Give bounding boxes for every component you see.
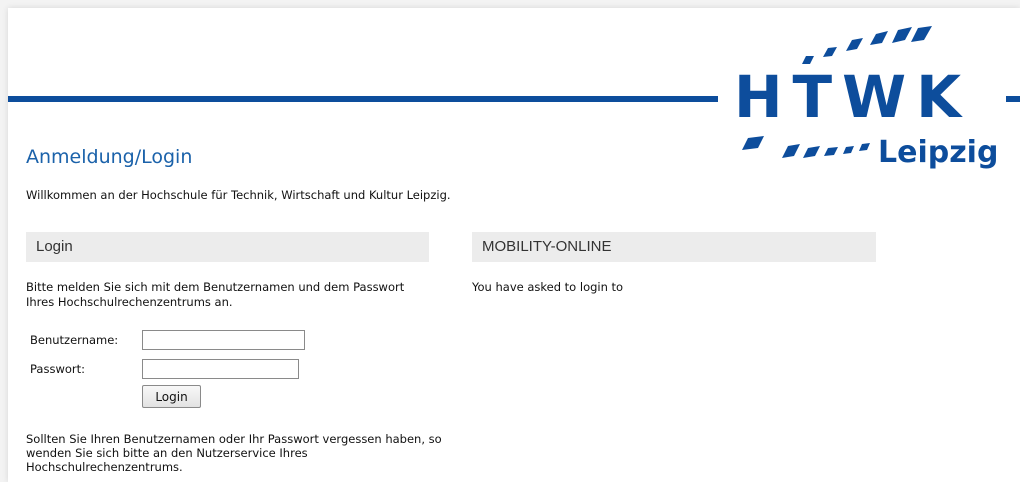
password-input[interactable] [142,359,299,379]
username-label: Benutzername: [30,333,119,347]
logo-letters: HTWK [734,63,972,131]
welcome-text: Willkommen an der Hochschule für Technik… [26,188,451,202]
page: HTWK Leipzig Anmeldung/Login Willkommen … [8,8,1020,482]
forgot-credentials-text: Sollten Sie Ihren Benutzernamen oder Ihr… [26,432,442,474]
password-label: Passwort: [30,362,86,376]
page-title: Anmeldung/Login [26,146,193,168]
login-button[interactable]: Login [142,385,201,408]
login-section-header: Login [26,232,429,262]
mobility-text: You have asked to login to [472,280,624,294]
header-bar-end [1006,96,1020,102]
logo-city: Leipzig [878,135,999,170]
mobility-section-header: MOBILITY-ONLINE [472,232,876,262]
header-bar [8,96,718,102]
login-intro-text: Bitte melden Sie sich mit dem Benutzerna… [26,280,405,309]
htwk-logo: HTWK Leipzig [718,18,1008,178]
username-input[interactable] [142,330,305,350]
